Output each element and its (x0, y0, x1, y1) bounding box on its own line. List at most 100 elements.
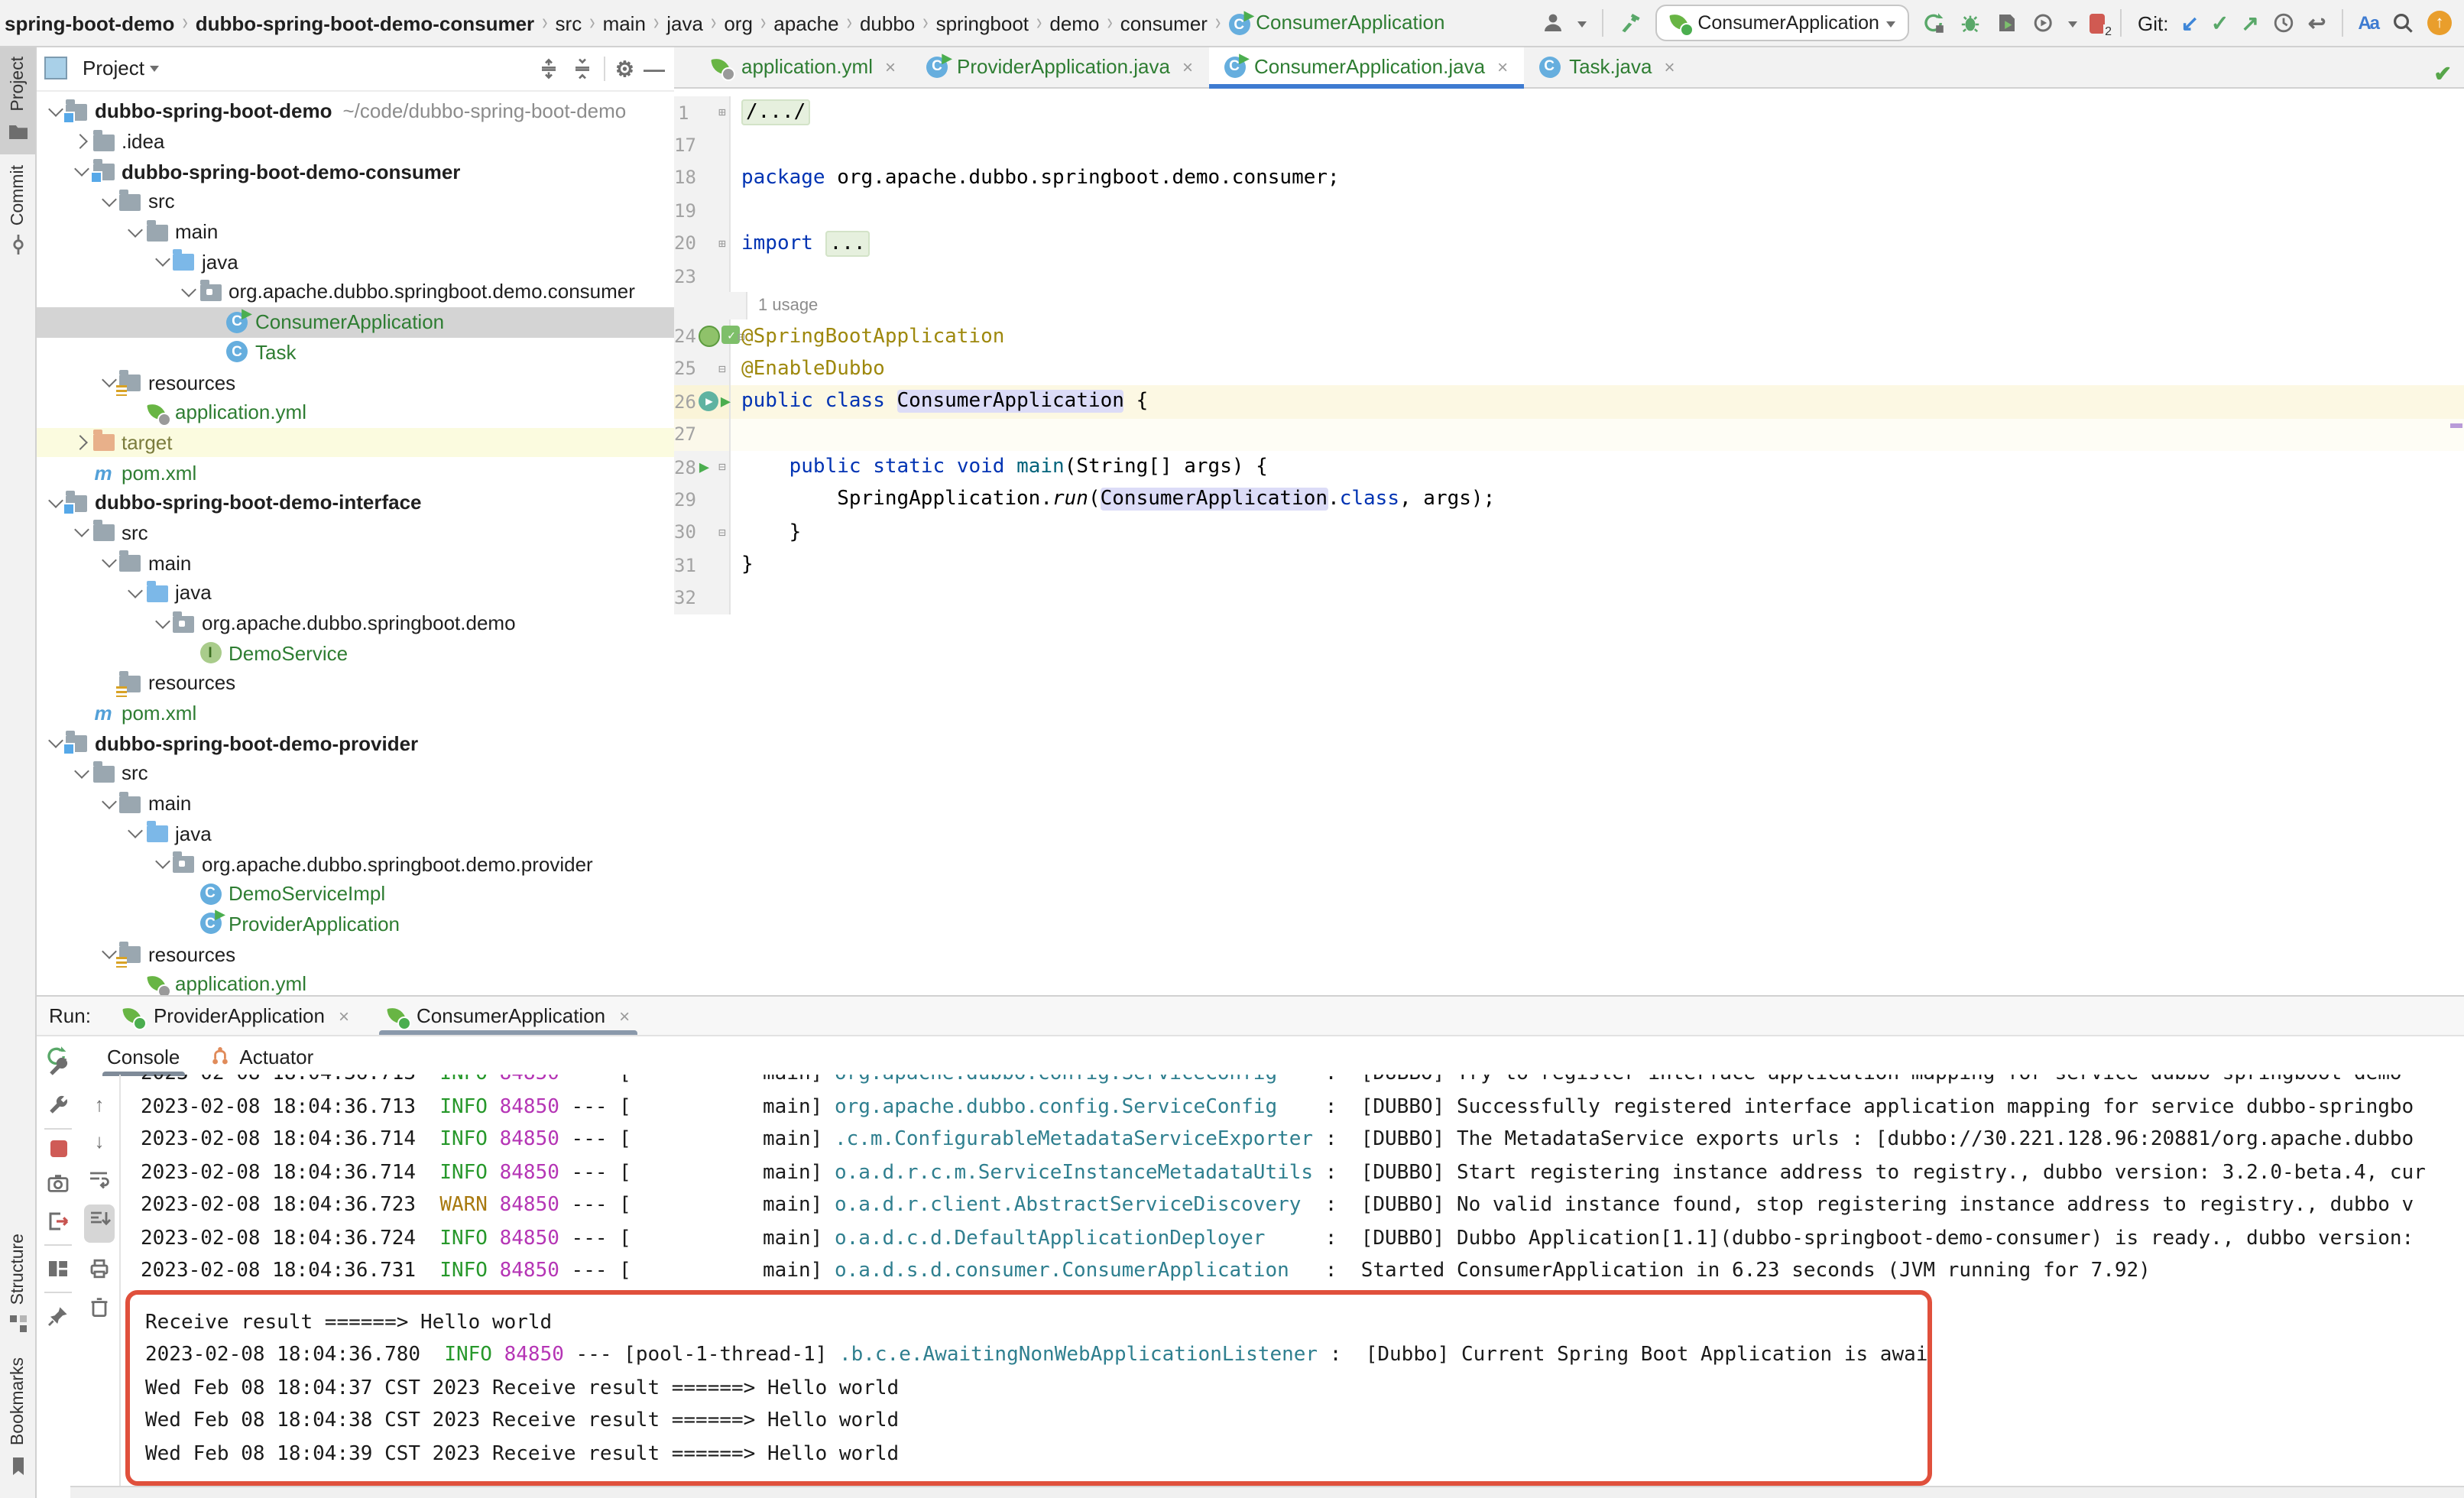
chevron-down-icon[interactable] (125, 221, 146, 242)
inspection-ok-icon[interactable]: ✔ (2434, 61, 2452, 87)
code-line[interactable]: 30⊟ } (674, 516, 2464, 549)
breadcrumb-item[interactable]: org (724, 11, 753, 34)
run-config-select[interactable]: ConsumerApplication (1655, 5, 1910, 41)
tree-row[interactable]: dubbo-spring-boot-demo-interface (35, 488, 674, 517)
tree-row[interactable]: resources (35, 367, 674, 397)
arrow-down-icon[interactable]: ↓ (95, 1130, 105, 1153)
tree-row[interactable]: CDemoServiceImpl (35, 879, 674, 909)
usage-inlay[interactable]: 1 usage (674, 293, 2464, 320)
rollback-icon[interactable]: ↩ (2308, 12, 2326, 34)
git-push-icon[interactable]: ↗ (2241, 12, 2258, 34)
clear-trash-icon[interactable] (87, 1295, 112, 1319)
code-line[interactable]: 29 SpringApplication.run(ConsumerApplica… (674, 484, 2464, 517)
chevron-down-icon[interactable] (178, 281, 199, 303)
tree-row[interactable]: src (35, 186, 674, 216)
settings-gear-icon[interactable]: ⚙ (615, 57, 634, 79)
project-panel-title[interactable]: Project (83, 57, 144, 79)
tree-row[interactable]: target (35, 427, 674, 457)
tree-row[interactable]: main (35, 548, 674, 578)
coverage-icon[interactable] (1996, 11, 2020, 35)
code-line[interactable]: 17 (674, 129, 2464, 162)
console-output[interactable]: 2023-02-08 18:04:36.713 INFO 84850 --- [… (121, 1075, 2464, 1487)
breadcrumb-item[interactable]: src (556, 11, 582, 34)
git-commit-icon[interactable]: ✓ (2211, 12, 2229, 34)
tree-row[interactable]: resources (35, 668, 674, 698)
code-line[interactable]: 20⊞import ... (674, 227, 2464, 260)
code-line[interactable]: 23 (674, 260, 2464, 293)
exit-icon[interactable] (46, 1209, 70, 1234)
tree-row[interactable]: java (35, 578, 674, 608)
spring-bean-icon[interactable] (699, 326, 721, 347)
stop-icon[interactable]: 2 (2090, 13, 2106, 33)
tree-row[interactable]: src (35, 517, 674, 547)
editor-tab-application.yml[interactable]: application.yml× (695, 46, 911, 87)
update-available-icon[interactable]: ↑ (2427, 11, 2452, 35)
breadcrumb-item[interactable]: apache (773, 11, 838, 34)
code-line[interactable]: 28▶⊟ public static void main(String[] ar… (674, 451, 2464, 484)
tree-row[interactable]: dubbo-spring-boot-demo-provider (35, 728, 674, 758)
code-line[interactable]: 1⊞/.../ (674, 96, 2464, 129)
fold-marker[interactable]: ⊟ (714, 362, 731, 376)
rerun-icon[interactable] (1922, 11, 1947, 35)
tree-row[interactable]: src (35, 758, 674, 788)
fold-marker[interactable]: ⊟ (714, 460, 731, 474)
close-tab-icon[interactable]: × (1497, 56, 1508, 77)
tree-row[interactable]: resources (35, 939, 674, 969)
code-line[interactable]: 18package org.apache.dubbo.springboot.de… (674, 162, 2464, 195)
code-line[interactable]: 27 (674, 418, 2464, 451)
arrow-up-icon[interactable]: ↑ (95, 1093, 105, 1116)
tree-row[interactable]: org.apache.dubbo.springboot.demo.provide… (35, 848, 674, 878)
tree-row[interactable]: C▶ProviderApplication (35, 909, 674, 939)
fold-marker[interactable]: ⊞ (714, 105, 731, 119)
run-tab-ProviderApplication[interactable]: ProviderApplication× (109, 997, 363, 1035)
code-editor[interactable]: 1⊞/.../1718package org.apache.dubbo.spri… (674, 89, 2464, 614)
breadcrumb-item[interactable]: demo (1049, 11, 1099, 34)
tool-tab-project[interactable]: Project (0, 46, 35, 154)
chevron-down-icon[interactable] (71, 522, 92, 543)
close-tab-icon[interactable]: × (619, 1005, 630, 1026)
chevron-down-icon[interactable] (98, 793, 119, 814)
chevron-down-icon[interactable] (125, 582, 146, 604)
code-line[interactable]: 26▶▶public class ConsumerApplication { (674, 385, 2464, 418)
tree-row[interactable]: CTask (35, 337, 674, 367)
close-tab-icon[interactable]: × (885, 56, 896, 77)
close-tab-icon[interactable]: × (339, 1005, 349, 1026)
git-update-icon[interactable]: ↙ (2180, 12, 2198, 34)
view-tab-Actuator[interactable]: Actuator (193, 1036, 327, 1076)
run-triangle-icon[interactable]: ▶ (721, 392, 731, 412)
tree-row[interactable]: application.yml (35, 969, 674, 995)
close-tab-icon[interactable]: × (1182, 56, 1193, 77)
dubbo-run-icon[interactable]: ▶ (699, 392, 719, 412)
tree-row[interactable]: .idea (35, 126, 674, 156)
user-icon[interactable] (1540, 11, 1564, 35)
search-icon[interactable] (2391, 11, 2415, 35)
chevron-down-icon[interactable] (98, 191, 119, 212)
editor-tab-ConsumerApplication.java[interactable]: C▶ConsumerApplication.java× (1208, 46, 1523, 87)
tree-row[interactable]: java (35, 819, 674, 848)
chevron-right-icon[interactable] (71, 432, 92, 453)
tree-row[interactable]: main (35, 789, 674, 819)
history-icon[interactable] (2271, 11, 2296, 35)
layout-icon[interactable] (46, 1256, 70, 1281)
tree-row[interactable]: application.yml (35, 397, 674, 427)
editor-tab-Task.java[interactable]: CTask.java× (1523, 46, 1690, 87)
breadcrumb-item[interactable]: java (666, 11, 703, 34)
close-tab-icon[interactable]: × (1665, 56, 1675, 77)
build-hammer-icon[interactable] (1618, 11, 1642, 35)
tree-row[interactable]: java (35, 247, 674, 277)
chevron-down-icon[interactable] (98, 552, 119, 573)
debug-icon[interactable] (1959, 11, 1983, 35)
tree-row[interactable]: mpom.xml (35, 699, 674, 728)
tree-row[interactable]: main (35, 217, 674, 247)
tree-row[interactable]: org.apache.dubbo.springboot.demo.consume… (35, 277, 674, 306)
breadcrumb-item[interactable]: consumer (1120, 11, 1208, 34)
expand-all-icon[interactable] (537, 56, 562, 80)
chevron-down-icon[interactable] (71, 763, 92, 784)
wrench-icon[interactable] (46, 1093, 70, 1117)
breadcrumb-item[interactable]: spring-boot-demo (5, 11, 174, 34)
camera-icon[interactable] (46, 1171, 70, 1195)
breadcrumb-item[interactable]: springboot (936, 11, 1029, 34)
chevron-down-icon[interactable] (151, 853, 173, 874)
tree-row[interactable]: dubbo-spring-boot-demo-consumer (35, 157, 674, 186)
tree-row[interactable]: dubbo-spring-boot-demo~/code/dubbo-sprin… (35, 96, 674, 126)
